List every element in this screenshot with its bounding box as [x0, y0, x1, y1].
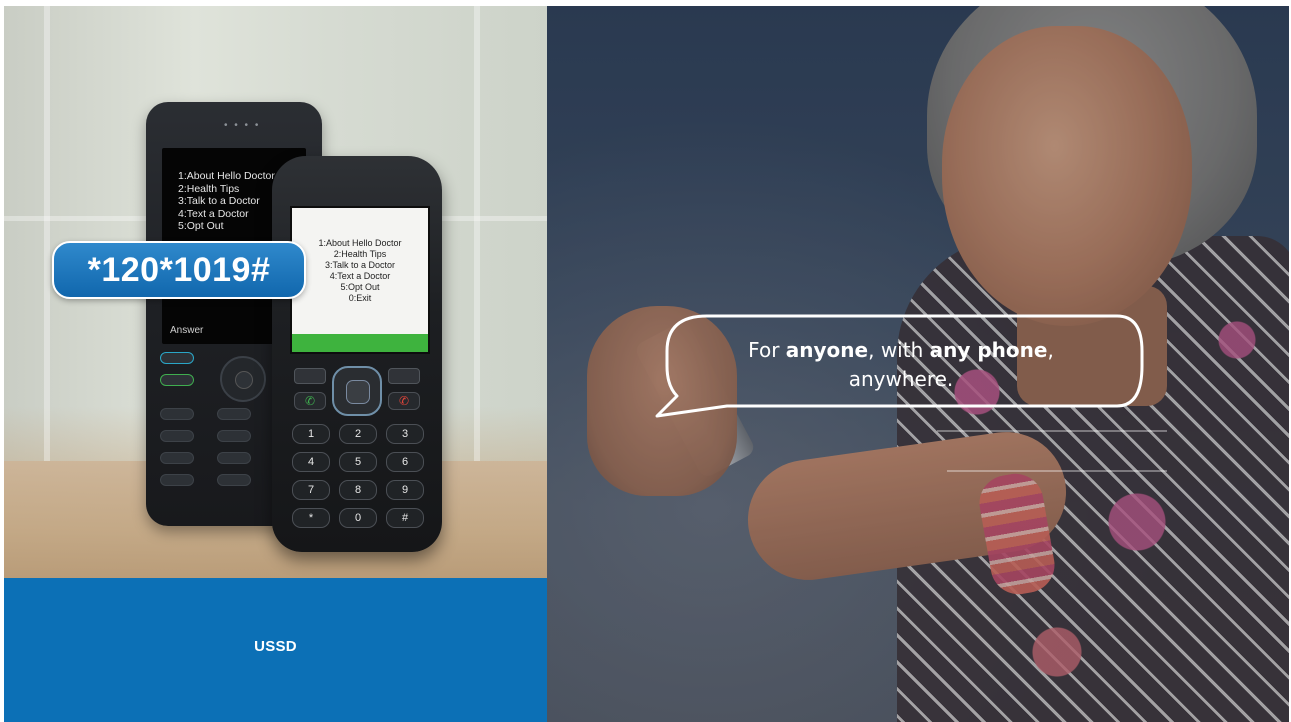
soft-key	[160, 352, 194, 364]
key-hash: #	[386, 508, 424, 528]
tagline: For anyone, with any phone, anywhere.	[671, 336, 1131, 394]
slide: • • • • 1:About Hello Doctor 2:Health Ti…	[4, 6, 1289, 722]
key	[160, 430, 194, 442]
key-9: 9	[386, 480, 424, 500]
key-0: 0	[339, 508, 377, 528]
key	[160, 452, 194, 464]
key-8: 8	[339, 480, 377, 500]
key	[160, 408, 194, 420]
menu-item: 0:Exit	[348, 293, 372, 303]
tagline-text: For	[748, 338, 786, 362]
menu-item: 1:About Hello Doctor	[178, 170, 275, 182]
right-soft-key	[388, 368, 420, 384]
tagline-text: ,	[1047, 338, 1054, 362]
menu-item: 3:Talk to a Doctor	[178, 195, 260, 207]
end-call-icon: ✆	[388, 392, 420, 410]
key	[217, 408, 251, 420]
ussd-code: *120*1019#	[87, 251, 271, 289]
menu-item: 2:Health Tips	[178, 182, 240, 195]
tagline-emphasis: any phone	[929, 338, 1048, 362]
menu-item: 1:About Hello Doctor	[318, 238, 402, 248]
panel-caption: USSD	[254, 638, 297, 655]
key-4: 4	[292, 452, 330, 472]
key	[217, 430, 251, 442]
back-phone-menu: 1:About Hello Doctor 2:Health Tips 3:Tal…	[178, 170, 275, 233]
key	[217, 452, 251, 464]
soft-key-label: Answer	[170, 325, 204, 336]
menu-item: 3:Talk to a Doctor	[324, 260, 396, 270]
tagline-text: anywhere.	[848, 367, 954, 391]
key	[160, 474, 194, 486]
tagline-text: , with	[868, 338, 930, 362]
front-phone-screen: 1:About Hello Doctor 2:Health Tips 3:Tal…	[290, 206, 430, 354]
front-phone-menu: 1:About Hello Doctor 2:Health Tips 3:Tal…	[292, 238, 428, 304]
key-star: *	[292, 508, 330, 528]
key	[217, 474, 251, 486]
key-7: 7	[292, 480, 330, 500]
menu-item: 2:Health Tips	[333, 249, 387, 259]
menu-item: 5:Opt Out	[340, 282, 380, 292]
tagline-emphasis: anyone	[785, 338, 869, 362]
keypad: 1 2 3 4 5 6 7 8 9 * 0 #	[292, 424, 424, 536]
window-frame	[44, 6, 50, 461]
front-phone-image: 1:About Hello Doctor 2:Health Tips 3:Tal…	[272, 156, 442, 552]
menu-item: 5:Opt Out	[178, 220, 224, 232]
call-key	[160, 374, 194, 386]
hero-photo-panel: For anyone, with any phone, anywhere.	[547, 6, 1289, 722]
key-6: 6	[386, 452, 424, 472]
left-soft-key	[294, 368, 326, 384]
key-3: 3	[386, 424, 424, 444]
speaker-grille: • • • •	[224, 120, 261, 131]
window-frame	[474, 6, 480, 461]
menu-item: 4:Text a Doctor	[329, 271, 391, 281]
key-2: 2	[339, 424, 377, 444]
call-icon: ✆	[294, 392, 326, 410]
key-5: 5	[339, 452, 377, 472]
screen-status-bar	[292, 334, 428, 352]
menu-item: 4:Text a Doctor	[178, 207, 249, 220]
nav-pad-icon	[220, 356, 266, 402]
ussd-panel: • • • • 1:About Hello Doctor 2:Health Ti…	[4, 6, 547, 722]
ussd-code-bubble: *120*1019#	[52, 241, 306, 299]
key-1: 1	[292, 424, 330, 444]
nav-pad-icon	[332, 366, 382, 416]
